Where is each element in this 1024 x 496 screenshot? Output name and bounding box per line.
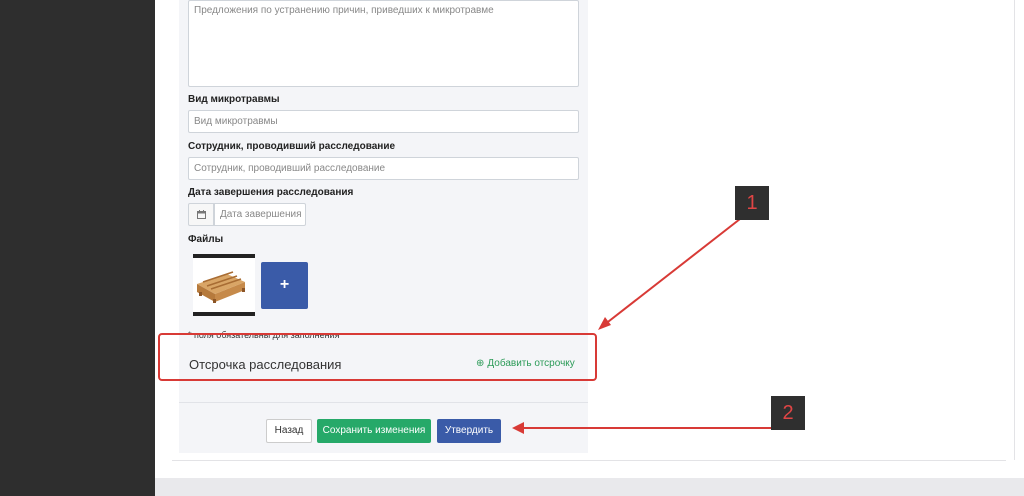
annotation-badge-1: 1	[735, 186, 769, 220]
annotation-arrows	[512, 218, 772, 434]
arrow-1-head	[598, 317, 611, 330]
annotation-badge-2: 2	[771, 396, 805, 430]
arrow-2-head	[512, 422, 524, 434]
arrow-1-line	[603, 218, 741, 326]
